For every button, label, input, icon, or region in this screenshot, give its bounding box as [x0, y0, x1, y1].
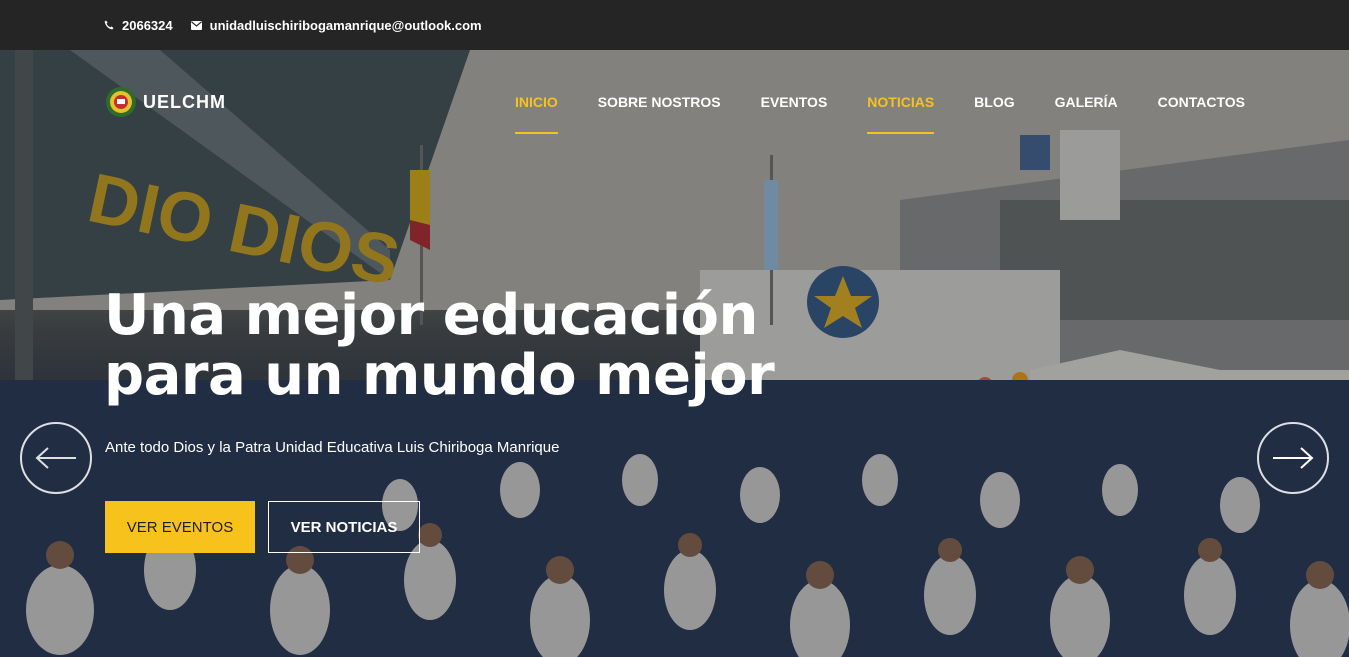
arrow-right-icon	[1273, 447, 1314, 469]
hero-headline-line1: Una mejor educación	[104, 283, 758, 348]
brand-name: UELCHM	[143, 91, 226, 112]
school-crest-icon	[106, 87, 136, 117]
nav-item-inicio[interactable]: INICIO	[514, 94, 558, 134]
phone-icon	[104, 20, 114, 30]
nav-item-sobre-nosotros[interactable]: SOBRE NOSTROS	[598, 94, 721, 134]
hero-subtitle: Ante todo Dios y la Patra Unidad Educati…	[105, 439, 560, 456]
hero-headline-line2: para un mundo mejor	[104, 343, 775, 408]
envelope-icon	[190, 20, 202, 30]
hero-slider: DIO DIOS UELCHM INICIO SOBRE NOSTROS EVE…	[0, 50, 1349, 657]
phone-number[interactable]: 2066324	[122, 18, 173, 33]
contact-email[interactable]: unidadluischiribogamanrique@outlook.com	[190, 18, 482, 33]
brand-logo[interactable]: UELCHM	[105, 86, 226, 118]
nav-item-eventos[interactable]: EVENTOS	[761, 94, 828, 134]
contact-phone[interactable]: 2066324	[104, 18, 173, 33]
nav-item-contactos[interactable]: CONTACTOS	[1158, 94, 1245, 134]
arrow-left-icon	[35, 447, 76, 469]
nav-item-noticias[interactable]: NOTICIAS	[867, 94, 934, 134]
nav-item-galeria[interactable]: GALERÍA	[1055, 94, 1118, 134]
email-address[interactable]: unidadluischiribogamanrique@outlook.com	[210, 18, 482, 33]
ver-noticias-button[interactable]: VER NOTICIAS	[268, 501, 420, 553]
slider-next-button[interactable]	[1257, 422, 1329, 494]
contact-topbar: 2066324 unidadluischiribogamanrique@outl…	[0, 0, 1349, 50]
nav-item-blog[interactable]: BLOG	[974, 94, 1014, 134]
hero-headline: Una mejor educación para un mundo mejor	[104, 286, 864, 406]
slider-prev-button[interactable]	[20, 422, 92, 494]
main-nav: INICIO SOBRE NOSTROS EVENTOS NOTICIAS BL…	[475, 94, 1245, 134]
ver-eventos-button[interactable]: VER EVENTOS	[105, 501, 255, 553]
